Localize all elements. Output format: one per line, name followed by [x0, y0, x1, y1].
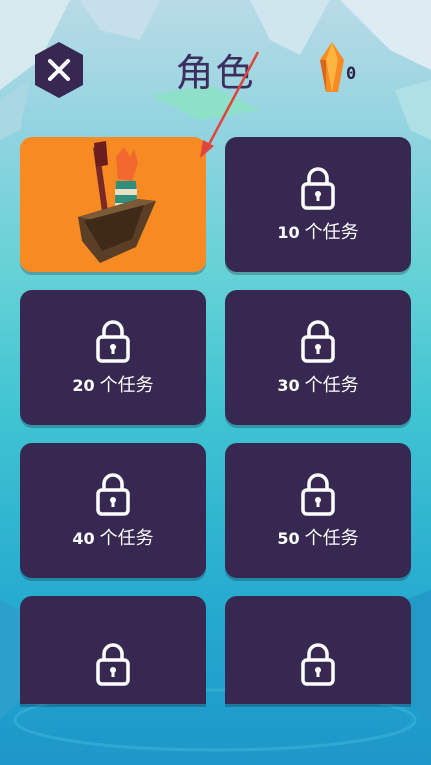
lock-icon [96, 472, 130, 516]
gem-counter [318, 42, 366, 94]
mission-suffix: 个任务 [304, 527, 359, 549]
character-card-fox[interactable] [20, 137, 206, 272]
mission-count: 30 [277, 375, 300, 395]
mission-count: 50 [277, 528, 300, 548]
orange-crystal-icon [320, 42, 344, 92]
lock-icon [96, 643, 130, 686]
character-card-locked-40[interactable]: 40 个任务 [20, 443, 206, 578]
character-card-locked[interactable] [225, 596, 411, 704]
character-card-locked-30[interactable]: 30 个任务 [225, 290, 411, 425]
mission-suffix: 个任务 [304, 221, 359, 243]
lock-icon [301, 643, 335, 686]
fox-boat-character-image [78, 141, 156, 263]
page-title: 角色 [175, 51, 256, 95]
mission-count: 20 [72, 375, 95, 395]
lock-icon [301, 472, 335, 516]
mission-suffix: 个任务 [99, 527, 154, 549]
mission-count: 40 [72, 528, 95, 548]
mission-suffix: 个任务 [304, 374, 359, 396]
lock-icon [96, 319, 130, 363]
character-card-locked-50[interactable]: 50 个任务 [225, 443, 411, 578]
mission-count: 10 [277, 222, 300, 242]
character-card-locked[interactable] [20, 596, 206, 704]
mission-suffix: 个任务 [99, 374, 154, 396]
character-card-locked-10[interactable]: 10 个任务 [225, 137, 411, 272]
lock-icon [301, 166, 335, 210]
lock-icon [301, 319, 335, 363]
character-card-locked-20[interactable]: 20 个任务 [20, 290, 206, 425]
gem-count: 0 [346, 64, 357, 84]
